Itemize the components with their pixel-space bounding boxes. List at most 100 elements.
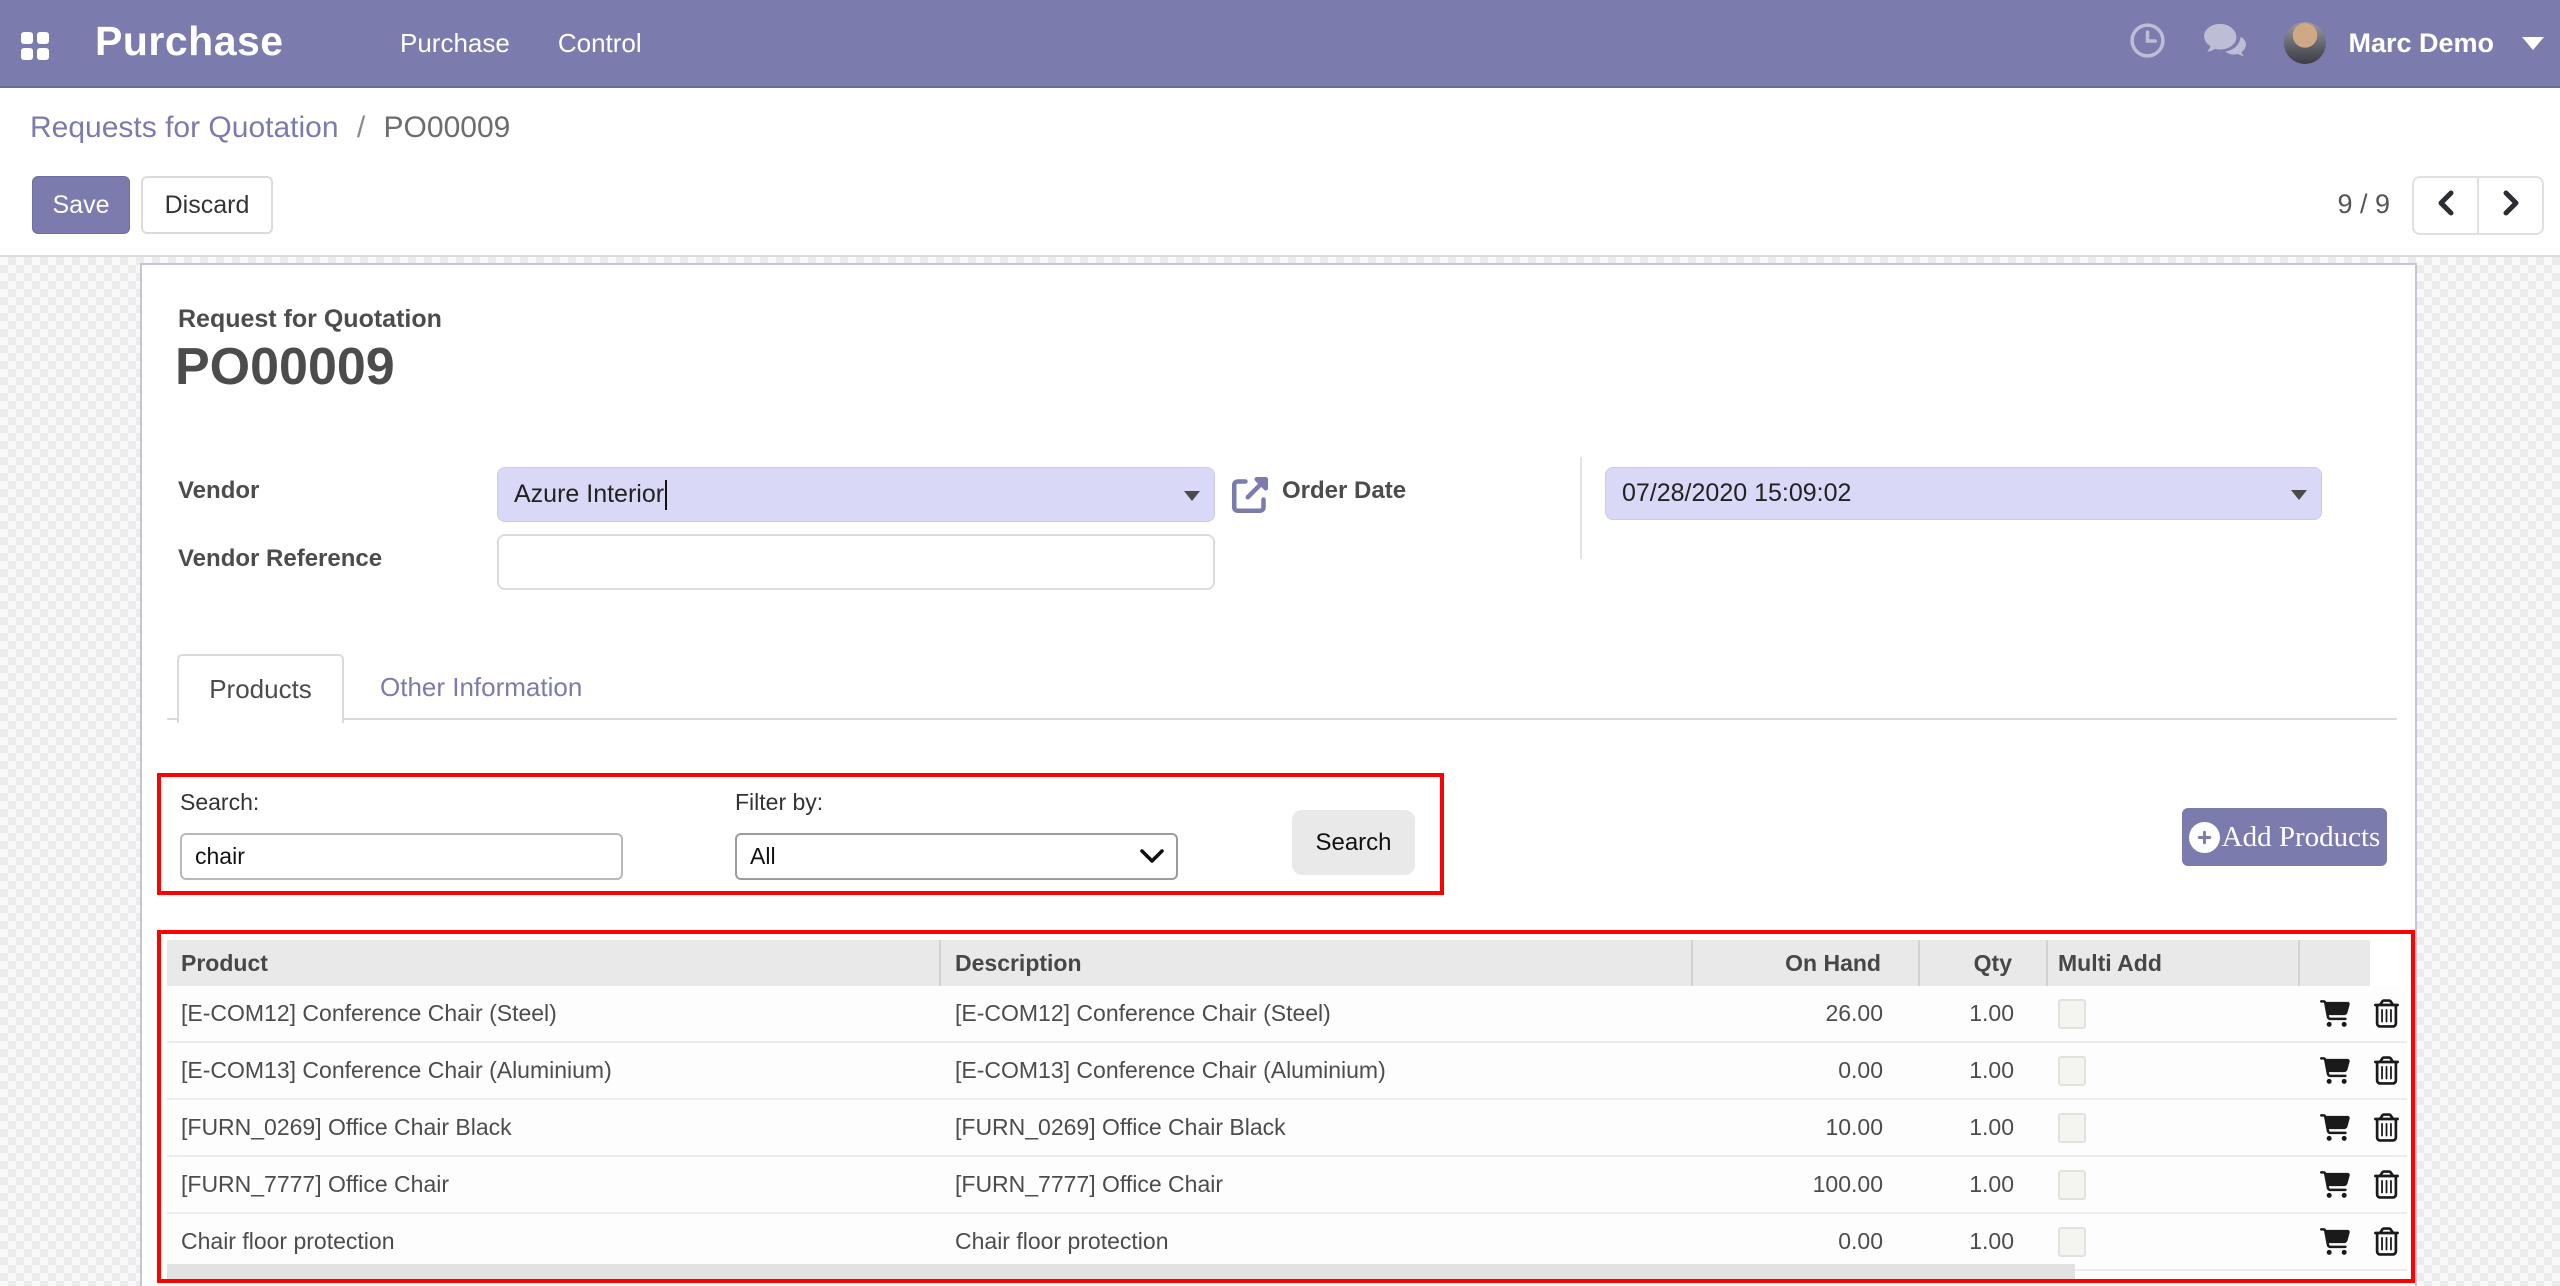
odoo-purchase-app: Purchase Purchase Control Marc Demo Requ… xyxy=(0,0,2560,1286)
navbar-systray: Marc Demo xyxy=(2129,0,2544,86)
vendor-reference-field[interactable] xyxy=(497,534,1215,590)
date-dropdown-caret-icon[interactable] xyxy=(2291,490,2307,500)
cell-qty[interactable]: 1.00 xyxy=(1920,1214,2048,1269)
user-name[interactable]: Marc Demo xyxy=(2348,28,2494,59)
multi-add-checkbox[interactable] xyxy=(2058,1113,2086,1143)
cell-on-hand: 10.00 xyxy=(1693,1100,1920,1155)
cell-qty[interactable]: 1.00 xyxy=(1920,1043,2048,1098)
table-row: [E-COM12] Conference Chair (Steel) [E-CO… xyxy=(167,986,2407,1043)
form-sheet: Request for Quotation PO00009 Vendor Azu… xyxy=(140,263,2417,1286)
search-input-value: chair xyxy=(195,843,245,870)
doc-name-title: PO00009 xyxy=(175,337,395,397)
add-products-label: Add Products xyxy=(2222,821,2381,854)
user-avatar[interactable] xyxy=(2284,22,2326,64)
horizontal-scrollbar[interactable] xyxy=(167,1264,2075,1281)
add-to-cart-icon[interactable] xyxy=(2320,1057,2350,1084)
cell-product: [E-COM12] Conference Chair (Steel) xyxy=(167,986,941,1041)
activities-clock-icon[interactable] xyxy=(2129,22,2166,64)
chevron-right-icon xyxy=(2499,189,2523,222)
navbar-menu: Purchase Control xyxy=(400,0,642,86)
top-navbar: Purchase Purchase Control Marc Demo xyxy=(0,0,2560,88)
search-label: Search: xyxy=(180,789,259,816)
external-link-icon[interactable] xyxy=(1232,477,1268,518)
plus-circle-icon xyxy=(2189,822,2220,853)
header-on-hand: On Hand xyxy=(1693,940,1920,986)
cell-qty[interactable]: 1.00 xyxy=(1920,1157,2048,1212)
save-button[interactable]: Save xyxy=(32,176,130,234)
search-input[interactable]: chair xyxy=(180,833,623,880)
multi-add-checkbox[interactable] xyxy=(2058,1227,2086,1257)
tab-products[interactable]: Products xyxy=(177,654,344,723)
pager-next-button[interactable] xyxy=(2479,178,2542,233)
select-chevron-down-icon xyxy=(1140,849,1164,864)
vendor-value: Azure Interior xyxy=(514,480,664,509)
vendor-label: Vendor xyxy=(178,477,259,505)
menu-control[interactable]: Control xyxy=(558,28,642,59)
pager-value: 9 / 9 xyxy=(2337,189,2390,220)
content-area: Request for Quotation PO00009 Vendor Azu… xyxy=(0,257,2560,1286)
chevron-left-icon xyxy=(2434,189,2458,222)
filter-select-value: All xyxy=(750,843,776,870)
product-table: Product Description On Hand Qty Multi Ad… xyxy=(167,940,2407,1271)
delete-row-trash-icon[interactable] xyxy=(2374,1227,2399,1256)
add-to-cart-icon[interactable] xyxy=(2320,1171,2350,1198)
search-button[interactable]: Search xyxy=(1292,810,1415,875)
pager-previous-button[interactable] xyxy=(2414,178,2479,233)
cell-product: Chair floor protection xyxy=(167,1214,941,1269)
cell-qty[interactable]: 1.00 xyxy=(1920,986,2048,1041)
breadcrumb-parent[interactable]: Requests for Quotation xyxy=(30,111,339,144)
table-row: Chair floor protection Chair floor prote… xyxy=(167,1214,2407,1271)
add-to-cart-icon[interactable] xyxy=(2320,1000,2350,1027)
cell-on-hand: 0.00 xyxy=(1693,1043,1920,1098)
vendor-dropdown-caret-icon[interactable] xyxy=(1184,491,1200,501)
menu-purchase[interactable]: Purchase xyxy=(400,28,510,59)
apps-grid-icon[interactable] xyxy=(21,32,49,60)
header-multi-add: Multi Add xyxy=(2048,940,2300,986)
table-row: [FURN_0269] Office Chair Black [FURN_026… xyxy=(167,1100,2407,1157)
multi-add-checkbox[interactable] xyxy=(2058,1170,2086,1200)
cell-description: [FURN_7777] Office Chair xyxy=(941,1157,1693,1212)
order-date-label: Order Date xyxy=(1282,477,1406,505)
add-products-button[interactable]: Add Products xyxy=(2182,808,2387,866)
table-header-row: Product Description On Hand Qty Multi Ad… xyxy=(167,940,2407,986)
add-to-cart-icon[interactable] xyxy=(2320,1114,2350,1141)
cell-on-hand: 26.00 xyxy=(1693,986,1920,1041)
cell-description: [E-COM13] Conference Chair (Aluminium) xyxy=(941,1043,1693,1098)
cell-description: [E-COM12] Conference Chair (Steel) xyxy=(941,986,1693,1041)
cell-product: [FURN_7777] Office Chair xyxy=(167,1157,941,1212)
cell-description: [FURN_0269] Office Chair Black xyxy=(941,1100,1693,1155)
text-cursor xyxy=(665,480,667,510)
messages-chat-icon[interactable] xyxy=(2202,22,2248,65)
header-qty: Qty xyxy=(1920,940,2048,986)
pager xyxy=(2412,176,2544,235)
discard-button[interactable]: Discard xyxy=(141,176,273,234)
table-row: [FURN_7777] Office Chair [FURN_7777] Off… xyxy=(167,1157,2407,1214)
multi-add-checkbox[interactable] xyxy=(2058,1056,2086,1086)
header-delete-column xyxy=(2370,940,2407,986)
filter-select[interactable]: All xyxy=(735,833,1178,880)
breadcrumb-current: PO00009 xyxy=(384,111,511,144)
add-to-cart-icon[interactable] xyxy=(2320,1228,2350,1255)
cell-on-hand: 0.00 xyxy=(1693,1214,1920,1269)
header-description: Description xyxy=(941,940,1693,986)
order-date-value: 07/28/2020 15:09:02 xyxy=(1622,479,1851,508)
header-product: Product xyxy=(167,940,941,986)
cell-qty[interactable]: 1.00 xyxy=(1920,1100,2048,1155)
vendor-field[interactable]: Azure Interior xyxy=(497,467,1215,522)
app-brand[interactable]: Purchase xyxy=(95,18,284,65)
delete-row-trash-icon[interactable] xyxy=(2374,1170,2399,1199)
group-divider xyxy=(1580,457,1582,559)
cell-product: [FURN_0269] Office Chair Black xyxy=(167,1100,941,1155)
tab-other-information[interactable]: Other Information xyxy=(364,654,598,721)
delete-row-trash-icon[interactable] xyxy=(2374,1056,2399,1085)
cell-description: Chair floor protection xyxy=(941,1214,1693,1269)
multi-add-checkbox[interactable] xyxy=(2058,999,2086,1029)
user-menu-caret-icon[interactable] xyxy=(2522,37,2544,50)
delete-row-trash-icon[interactable] xyxy=(2374,999,2399,1028)
control-panel: Requests for Quotation / PO00009 Save Di… xyxy=(0,88,2560,257)
delete-row-trash-icon[interactable] xyxy=(2374,1113,2399,1142)
order-date-field[interactable]: 07/28/2020 15:09:02 xyxy=(1605,467,2322,520)
table-row: [E-COM13] Conference Chair (Aluminium) [… xyxy=(167,1043,2407,1100)
breadcrumb-separator: / xyxy=(357,111,365,144)
cell-product: [E-COM13] Conference Chair (Aluminium) xyxy=(167,1043,941,1098)
